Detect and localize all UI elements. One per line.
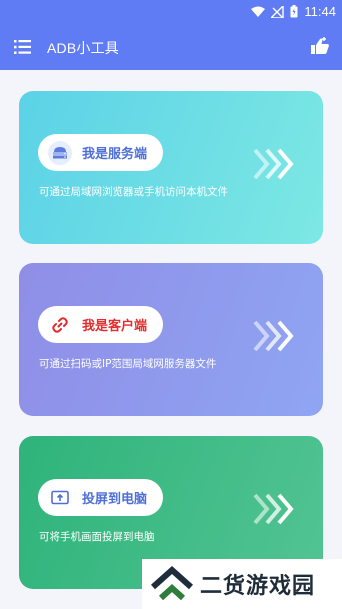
wifi-icon: [251, 6, 266, 17]
menu-icon[interactable]: [14, 39, 31, 55]
status-time: 11:44: [304, 4, 336, 19]
chevron-right-icon: [253, 320, 294, 352]
battery-charging-icon: [290, 5, 298, 18]
client-description: 可通过扫码或IP范围局域网服务器文件: [39, 358, 217, 370]
watermark-logo-icon: [150, 565, 194, 601]
screen-cast-label: 投屏到电脑: [82, 492, 148, 507]
watermark-text: 二货游戏园: [200, 574, 316, 599]
app-title: ADB小工具: [47, 40, 119, 56]
status-bar: 11:44: [0, 0, 342, 24]
client-card[interactable]: 我是客户端 可通过扫码或IP范围局域网服务器文件: [19, 263, 323, 416]
screen-cast-description: 可将手机画面投屏到电脑: [39, 531, 155, 543]
status-icons: 11:44: [251, 4, 336, 19]
screen-cast-icon: [48, 485, 72, 510]
server-description: 可通过局域网浏览器或手机访问本机文件: [39, 186, 228, 198]
client-label: 我是客户端: [82, 319, 148, 334]
watermark: 二货游戏园: [142, 559, 342, 609]
client-button[interactable]: 我是客户端: [38, 306, 164, 343]
chevron-right-icon: [253, 493, 294, 525]
chevron-right-icon: [253, 148, 294, 180]
signal-icon: [271, 5, 285, 18]
server-icon: [48, 140, 72, 165]
link-icon: [48, 312, 72, 337]
screen-cast-button[interactable]: 投屏到电脑: [38, 479, 164, 516]
server-card[interactable]: 我是服务端 可通过局域网浏览器或手机访问本机文件: [19, 91, 323, 244]
app-bar: ADB小工具: [0, 24, 342, 70]
thumbs-up-icon[interactable]: [310, 36, 330, 56]
server-label: 我是服务端: [82, 147, 148, 162]
server-button[interactable]: 我是服务端: [38, 134, 164, 171]
